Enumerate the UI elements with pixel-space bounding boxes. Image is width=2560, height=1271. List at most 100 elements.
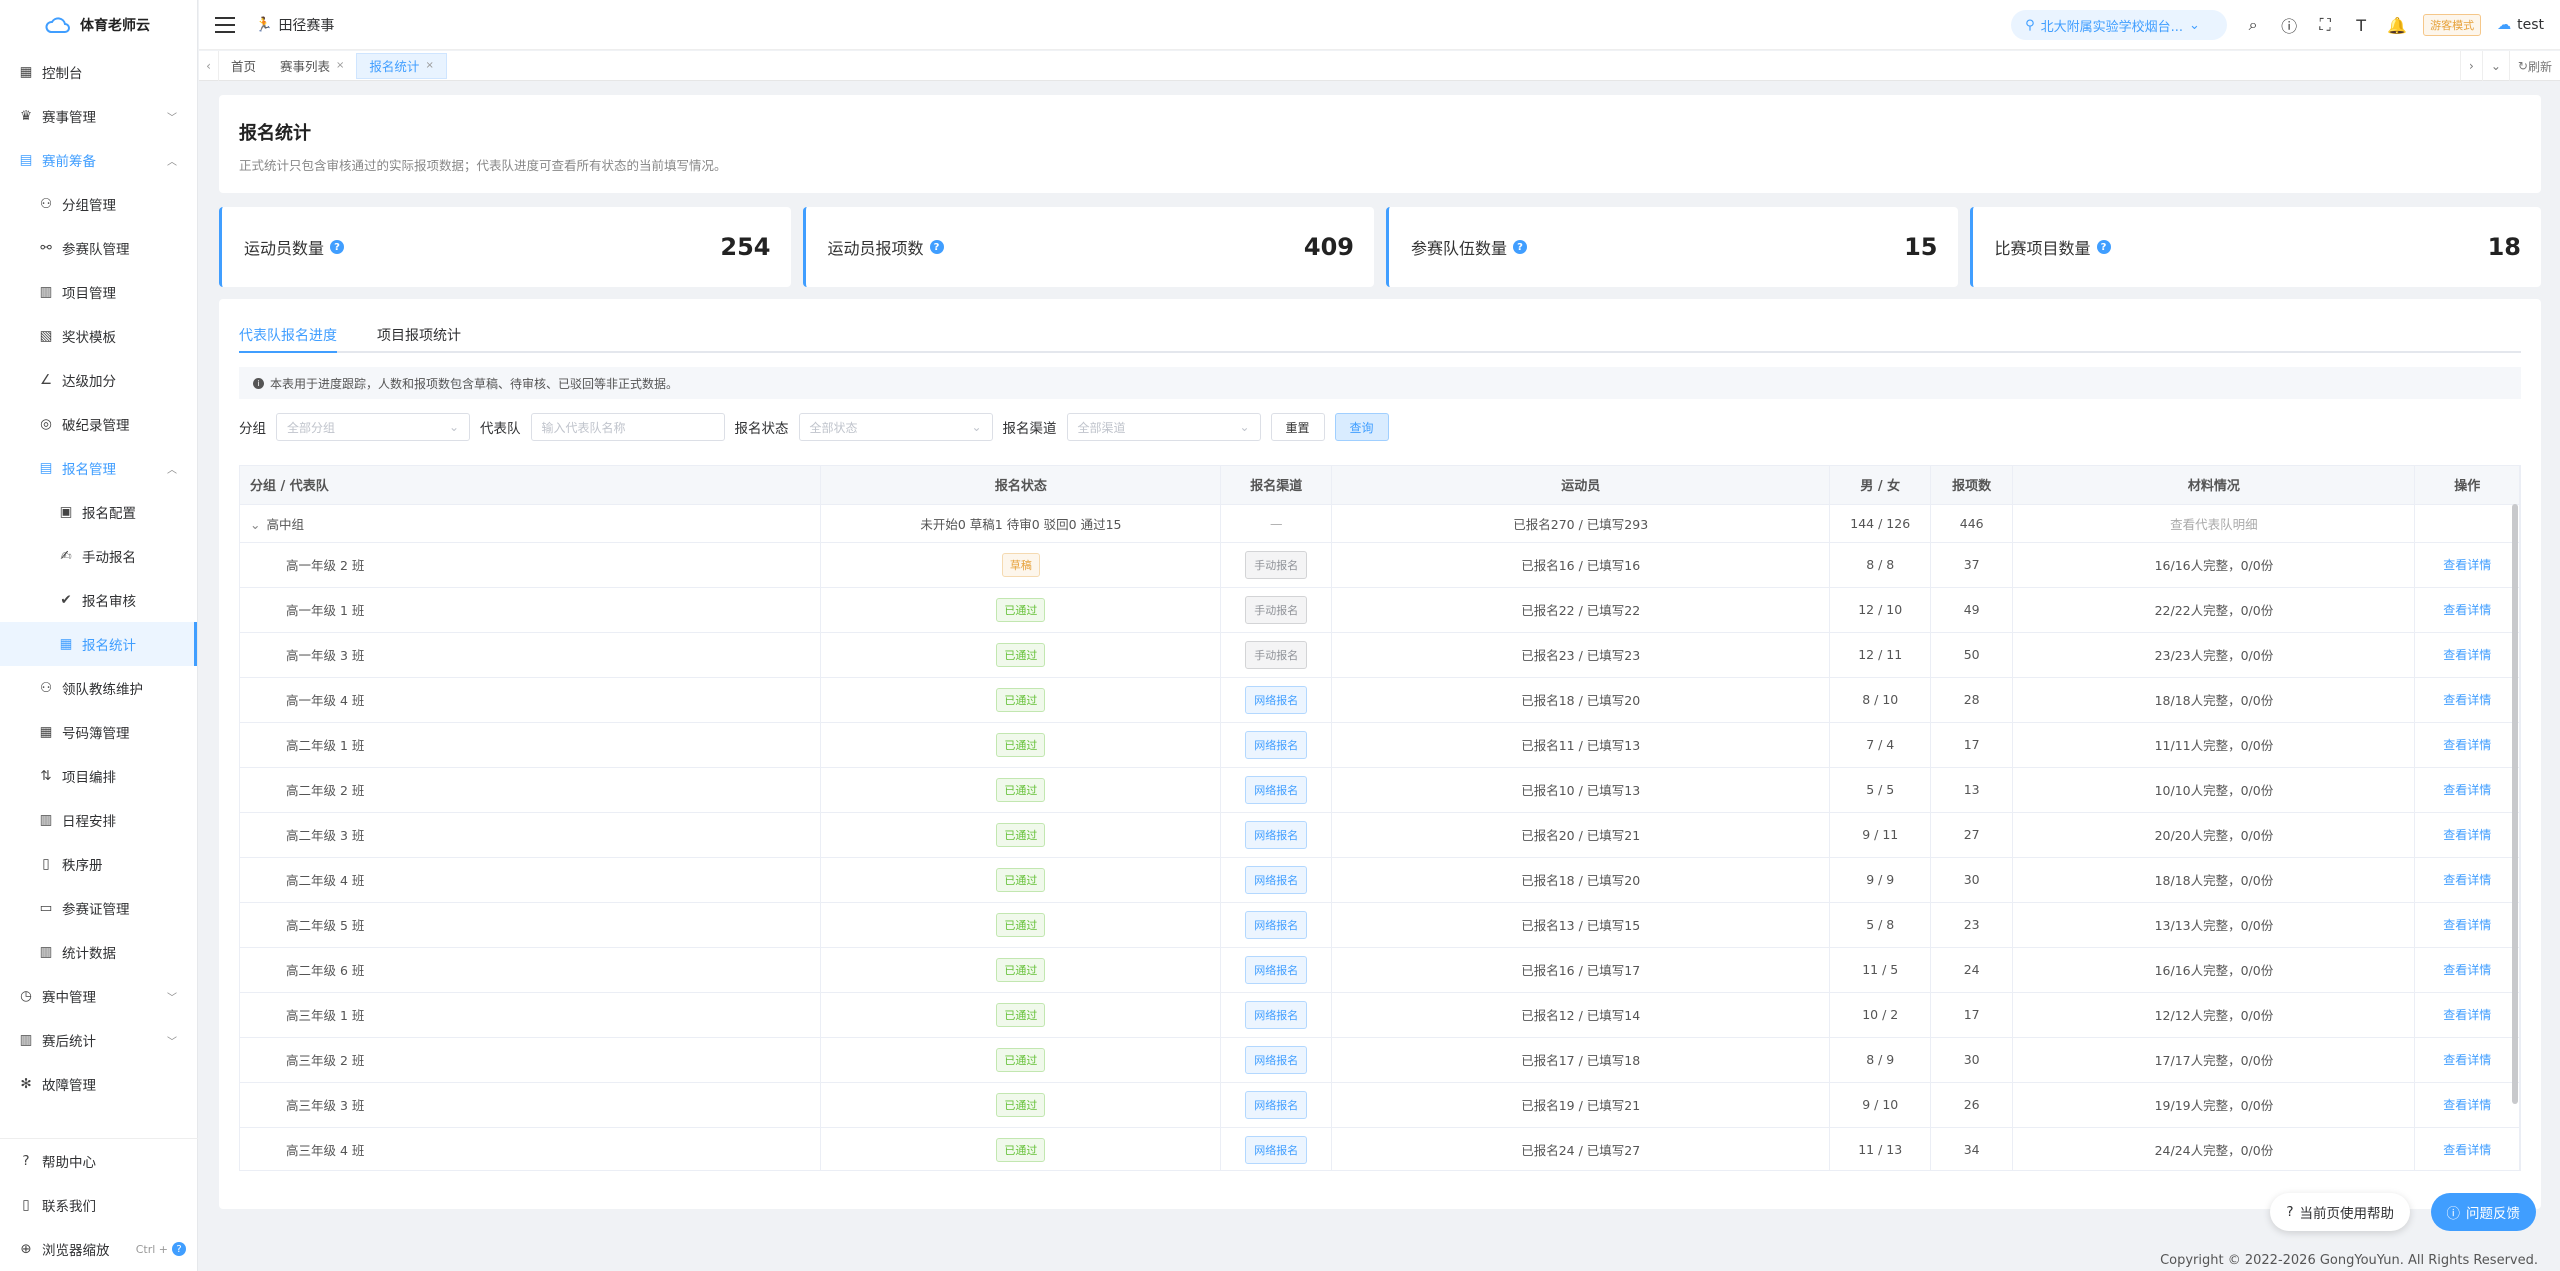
phone-icon: ▯ [22,1197,30,1213]
help-icon[interactable]: ⓘ [2279,15,2299,36]
sidebar-item-arrange[interactable]: ⇅ 项目编排 [0,754,197,798]
view-detail-link[interactable]: 查看详情 [2443,1143,2491,1157]
close-icon[interactable]: × [336,60,344,71]
browser-zoom-item[interactable]: ⊕ 浏览器缩放 Ctrl +? [0,1227,198,1271]
contact-item[interactable]: ▯ 联系我们 [0,1183,198,1227]
sidebar-item-audit[interactable]: ✔ 报名审核 [0,578,197,622]
tab-event-list[interactable]: 赛事列表 × [268,53,356,79]
view-detail-link[interactable]: 查看详情 [2443,693,2491,707]
view-detail-link[interactable]: 查看详情 [2443,873,2491,887]
sidebar-item-live[interactable]: ◷ 赛中管理 ﹀ [0,974,197,1018]
clipboard-icon: ▤ [19,152,33,168]
stat-events: 比赛项目数量? 18 [1969,207,2541,287]
sidebar-item-record[interactable]: ◎ 破纪录管理 [0,402,197,446]
status-badge: 已通过 [996,822,1046,847]
page-help-button[interactable]: ? 当前页使用帮助 [2270,1193,2410,1231]
col-athletes: 运动员 [1331,466,1831,505]
view-detail-link[interactable]: 查看详情 [2443,828,2491,842]
channel-badge: 网络报名 [1245,730,1308,759]
sidebar-item-bib[interactable]: ▦ 号码簿管理 [0,710,197,754]
cloud-logo-icon [45,17,70,33]
channel-badge: 网络报名 [1245,775,1308,804]
runner-icon: 🏃 [255,16,273,33]
sidebar-item-manual[interactable]: ✍ 手动报名 [0,534,197,578]
tab-next-icon[interactable]: › [2460,51,2482,81]
sidebar-item-dashboard[interactable]: ▦ 控制台 [0,50,197,94]
search-icon[interactable]: ⌕ [2243,15,2263,35]
sidebar-item-fault[interactable]: ✻ 故障管理 [0,1062,197,1106]
sidebar-item-level[interactable]: ∠ 达级加分 [0,358,197,402]
sidebar-item-post-chart[interactable]: ▥ 赛后统计 ﹀ [0,1018,197,1062]
view-detail-link[interactable]: 查看详情 [2443,603,2491,617]
channel-select[interactable]: 全部渠道 ⌄ [1066,413,1261,441]
status-select[interactable]: 全部状态 ⌄ [798,413,993,441]
tab-signup-stats[interactable]: 报名统计 × [356,52,447,79]
sidebar-item-clipboard[interactable]: ▤ 赛前筹备 ︿ [0,138,197,182]
group-row[interactable]: ⌄ 高中组 未开始0 草稿1 待审0 驳回0 通过15 — 已报名270 / 已填… [240,504,2520,543]
school-selector[interactable]: ⚲ 北大附属实验学校烟台... ⌄ [2011,10,2228,40]
level-icon: ∠ [39,372,53,388]
sidebar-item-trophy[interactable]: ♛ 赛事管理 ﹀ [0,94,197,138]
table-row: 高二年级 5 班已通过 网络报名 已报名13 / 已填写15 5 / 8 23 13/13… [240,902,2520,948]
table-row: 高二年级 1 班已通过 网络报名 已报名11 / 已填写13 7 / 4 17 11/11… [240,722,2520,768]
group-select[interactable]: 全部分组 ⌄ [276,413,470,441]
group-label: 分组 [239,421,266,437]
team-input[interactable]: 输入代表队名称 [530,413,725,441]
channel-badge: 网络报名 [1245,1135,1308,1164]
visitor-mode-badge[interactable]: 游客模式 [2423,14,2482,36]
font-size-icon[interactable]: T [2351,15,2371,35]
sidebar-item-coach[interactable]: ⚇ 领队教练维护 [0,666,197,710]
table-row: 高三年级 1 班已通过 网络报名 已报名12 / 已填写14 10 / 2 17 12/1… [240,992,2520,1038]
view-detail-link[interactable]: 查看详情 [2443,963,2491,977]
view-detail-link[interactable]: 查看详情 [2443,1053,2491,1067]
view-detail-link[interactable]: 查看详情 [2443,1098,2491,1112]
view-detail-link[interactable]: 查看详情 [2443,558,2491,572]
refresh-button[interactable]: ↻ 刷新 [2508,51,2560,81]
sidebar-item-badge[interactable]: ▭ 参赛证管理 [0,886,197,930]
table-scrollbar[interactable] [2512,504,2518,1104]
sidebar-item-book[interactable]: ▯ 秩序册 [0,842,197,886]
book-icon: ▯ [42,856,50,872]
close-icon[interactable]: × [425,60,433,71]
refresh-icon: ↻ [2517,59,2528,73]
sidebar-item-chart[interactable]: ▥ 统计数据 [0,930,197,974]
sidebar-item-stats[interactable]: ▦ 报名统计 [0,622,197,666]
view-detail-link[interactable]: 查看详情 [2443,783,2491,797]
sidebar-item-team[interactable]: ⚯ 参赛队管理 [0,226,197,270]
page-title: 报名统计 [239,123,311,144]
manual-icon: ✍ [60,548,72,564]
tab-team-progress[interactable]: 代表队报名进度 [239,317,337,353]
sidebar-item-calendar[interactable]: ▥ 日程安排 [0,798,197,842]
sidebar-item-certificate[interactable]: ▧ 奖状模板 [0,314,197,358]
view-detail-link[interactable]: 查看详情 [2443,1008,2491,1022]
feedback-button[interactable]: ⓘ 问题反馈 [2430,1193,2536,1231]
sidebar: 体育老师云 ▦ 控制台 ♛ 赛事管理 ﹀ ▤ 赛前筹备 ︿ ⚇ 分组管理 ⚯ 参赛队管理 ▥ 项目管理 ▧ 奖… [0,0,198,1271]
sidebar-item-config[interactable]: ▣ 报名配置 [0,490,197,534]
status-badge: 已通过 [996,732,1046,757]
menu-toggle-icon[interactable] [215,16,235,33]
view-detail-link[interactable]: 查看详情 [2443,648,2491,662]
tab-prev-icon[interactable]: ‹ [199,50,219,81]
query-button[interactable]: 查询 [1334,413,1389,441]
stat-cards: 运动员数量? 254 运动员报项数? 409 参赛队伍数量? 15 比赛项目数量? 18 [219,207,2541,287]
tab-event-entries[interactable]: 项目报项统计 [377,317,461,351]
chevron-down-icon: ⌄ [448,420,459,434]
progress-panel: 代表队报名进度 项目报项统计 i 本表用于进度跟踪，人数和报项数包含草稿、待审核、… [219,299,2541,1209]
tab-menu-icon[interactable]: ⌄ [2481,51,2509,81]
col-gender: 男 / 女 [1829,466,1931,505]
sidebar-item-project[interactable]: ▥ 项目管理 [0,270,197,314]
tab-home[interactable]: 首页 [219,53,268,79]
help-center-item[interactable]: ? 帮助中心 [0,1139,198,1183]
project-icon: ▥ [39,284,53,300]
user-menu[interactable]: ☁ test [2497,17,2544,33]
bell-icon[interactable]: 🔔 [2387,15,2407,35]
sidebar-item-group[interactable]: ⚇ 分组管理 [0,182,197,226]
col-action: 操作 [2414,466,2520,505]
view-detail-link[interactable]: 查看详情 [2443,918,2491,932]
sidebar-item-signup[interactable]: ▤ 报名管理 ︿ [0,446,197,490]
view-detail-link[interactable]: 查看详情 [2443,738,2491,752]
logo[interactable]: 体育老师云 [0,0,197,50]
reset-button[interactable]: 重置 [1270,413,1325,441]
table-row: 高一年级 1 班已通过 手动报名 已报名22 / 已填写22 12 / 10 49 22/… [240,587,2520,633]
fullscreen-icon[interactable]: ⛶ [2315,15,2335,35]
